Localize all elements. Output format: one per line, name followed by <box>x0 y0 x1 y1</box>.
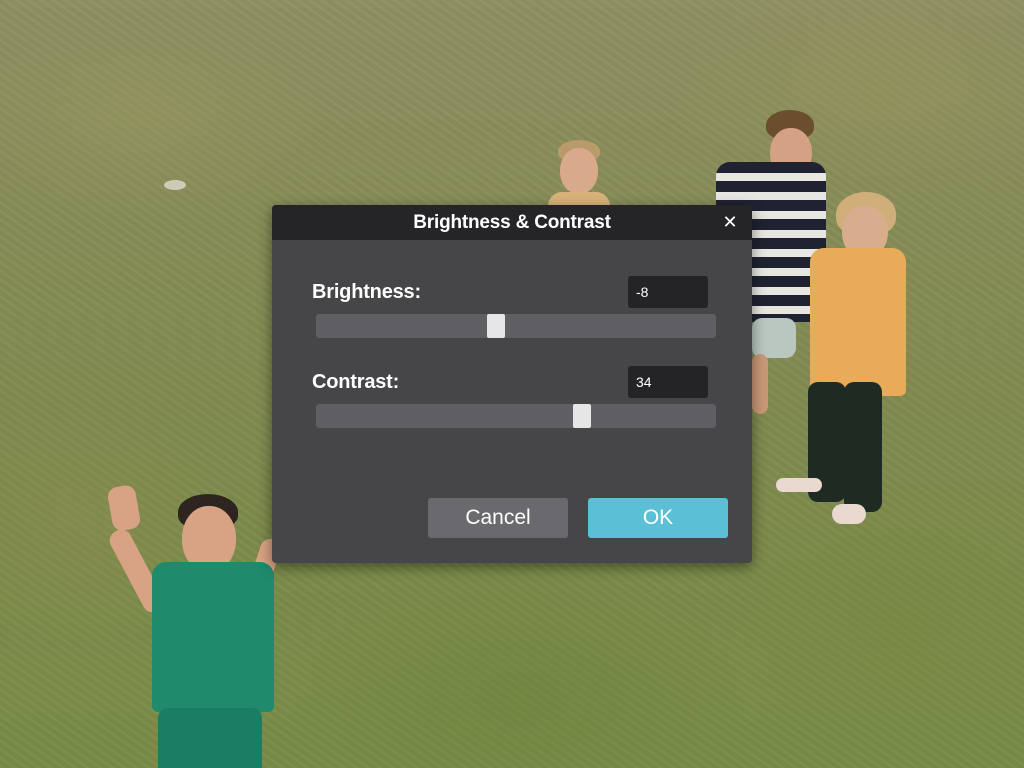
brightness-value-input[interactable]: -8 <box>628 276 708 308</box>
brightness-slider-handle[interactable] <box>487 314 505 338</box>
brightness-slider[interactable] <box>316 314 716 338</box>
ok-button[interactable]: OK <box>588 498 728 538</box>
photo-stone <box>164 180 186 190</box>
contrast-value-input[interactable]: 34 <box>628 366 708 398</box>
close-icon[interactable]: ✕ <box>720 212 740 232</box>
dialog-title: Brightness & Contrast <box>413 211 611 233</box>
brightness-label: Brightness: <box>312 281 421 303</box>
contrast-slider-handle[interactable] <box>573 404 591 428</box>
brightness-contrast-dialog: Brightness & Contrast ✕ Brightness: -8 C… <box>272 205 752 563</box>
cancel-button[interactable]: Cancel <box>428 498 568 538</box>
contrast-slider[interactable] <box>316 404 716 428</box>
dialog-titlebar[interactable]: Brightness & Contrast ✕ <box>272 205 752 240</box>
contrast-label: Contrast: <box>312 371 400 393</box>
